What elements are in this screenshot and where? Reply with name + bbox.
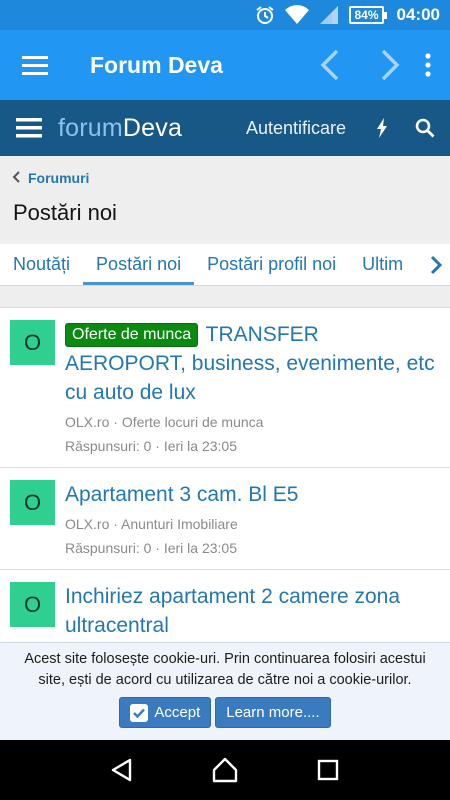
nav-home-icon[interactable] bbox=[200, 745, 250, 795]
page-title: Postări noi bbox=[13, 200, 117, 225]
clock: 04:00 bbox=[396, 5, 440, 24]
battery-level: 84% bbox=[349, 6, 384, 24]
chevron-right-icon[interactable] bbox=[422, 244, 450, 285]
thread-stats: Răspunsuri: 0 · Ieri la 23:05 bbox=[65, 540, 238, 556]
forum-logo[interactable]: forumDeva bbox=[58, 114, 246, 143]
app-title: Forum Deva bbox=[90, 51, 223, 78]
search-icon[interactable] bbox=[400, 118, 450, 138]
wifi-icon bbox=[285, 5, 310, 25]
breadcrumb-label[interactable]: Forumuri bbox=[28, 170, 89, 186]
logo-forum-text: forum bbox=[58, 113, 123, 142]
thread-stats: Răspunsuri: 0 · Ieri la 23:05 bbox=[65, 438, 238, 454]
forum-menu-icon[interactable] bbox=[0, 100, 58, 156]
check-icon bbox=[130, 703, 149, 722]
nav-back-icon[interactable] bbox=[97, 745, 147, 795]
learn-more-button[interactable]: Learn more.... bbox=[215, 697, 331, 728]
thread-title[interactable]: Inchiriez apartament 2 camere zona ultra… bbox=[65, 582, 440, 640]
forward-arrow-icon[interactable] bbox=[360, 30, 420, 100]
more-options-icon[interactable] bbox=[420, 30, 450, 100]
thread-author[interactable]: OLX.ro bbox=[65, 414, 109, 430]
accept-label: Accept bbox=[154, 704, 201, 721]
list-item[interactable]: O Oferte de munca TRANSFER AEROPORT, bus… bbox=[0, 308, 450, 468]
tab-postari-profil-noi[interactable]: Postări profil noi bbox=[194, 244, 349, 285]
alarm-icon bbox=[255, 5, 275, 25]
prefix-badge[interactable]: Oferte de munca bbox=[65, 323, 199, 347]
thread-replies: Răspunsuri: 0 bbox=[65, 438, 152, 454]
thread-forum[interactable]: Oferte locuri de munca bbox=[122, 414, 264, 430]
tab-postari-noi[interactable]: Postări noi bbox=[83, 244, 195, 285]
avatar[interactable]: O bbox=[10, 320, 55, 365]
tab-bar: Noutăți Postări noi Postări profil noi U… bbox=[0, 244, 450, 286]
thread-date[interactable]: Ieri la 23:05 bbox=[164, 540, 237, 556]
thread-title[interactable]: Oferte de munca TRANSFER AEROPORT, busin… bbox=[65, 320, 440, 407]
divider bbox=[0, 286, 450, 308]
list-item[interactable]: O Inchiriez apartament 2 camere zona ult… bbox=[0, 570, 450, 642]
cookie-notice: Acest site folosește cookie-uri. Prin co… bbox=[0, 642, 450, 740]
thread-meta: OLX.ro · Anunturi Imobiliare bbox=[65, 516, 238, 532]
status-bar: 84% 04:00 bbox=[0, 0, 450, 30]
thread-title[interactable]: Apartament 3 cam. Bl E5 bbox=[65, 480, 440, 509]
thread-list: O Oferte de munca TRANSFER AEROPORT, bus… bbox=[0, 308, 450, 642]
bolt-icon[interactable] bbox=[364, 118, 400, 138]
title-area: Forumuri Postări noi bbox=[0, 156, 450, 244]
thread-author[interactable]: OLX.ro bbox=[65, 516, 109, 532]
avatar[interactable]: O bbox=[10, 582, 55, 627]
breadcrumb[interactable]: Forumuri bbox=[12, 170, 89, 186]
thread-meta: OLX.ro · Oferte locuri de munca bbox=[65, 414, 264, 430]
accept-button[interactable]: Accept bbox=[119, 697, 212, 728]
battery-icon: 84% bbox=[349, 6, 387, 24]
chevron-left-icon bbox=[12, 170, 20, 186]
system-nav-bar bbox=[0, 740, 450, 800]
avatar[interactable]: O bbox=[10, 480, 55, 525]
thread-forum[interactable]: Anunturi Imobiliare bbox=[121, 516, 238, 532]
login-link[interactable]: Autentificare bbox=[246, 118, 364, 139]
cookie-buttons: Accept Learn more.... bbox=[10, 697, 440, 728]
logo-deva-text: Deva bbox=[122, 113, 183, 142]
tab-noutati[interactable]: Noutăți bbox=[0, 244, 83, 285]
nav-recents-icon[interactable] bbox=[303, 745, 353, 795]
thread-replies: Răspunsuri: 0 bbox=[65, 540, 152, 556]
thread-date[interactable]: Ieri la 23:05 bbox=[164, 438, 237, 454]
menu-icon[interactable] bbox=[0, 30, 70, 100]
cookie-text: Acest site folosește cookie-uri. Prin co… bbox=[24, 651, 426, 688]
back-arrow-icon[interactable] bbox=[300, 30, 360, 100]
signal-icon bbox=[319, 5, 339, 25]
list-item[interactable]: O Apartament 3 cam. Bl E5 OLX.ro · Anunt… bbox=[0, 468, 450, 570]
app-bar: Forum Deva bbox=[0, 30, 450, 100]
tab-ultim[interactable]: Ultim bbox=[349, 244, 416, 285]
forum-header: forumDeva Autentificare bbox=[0, 100, 450, 156]
